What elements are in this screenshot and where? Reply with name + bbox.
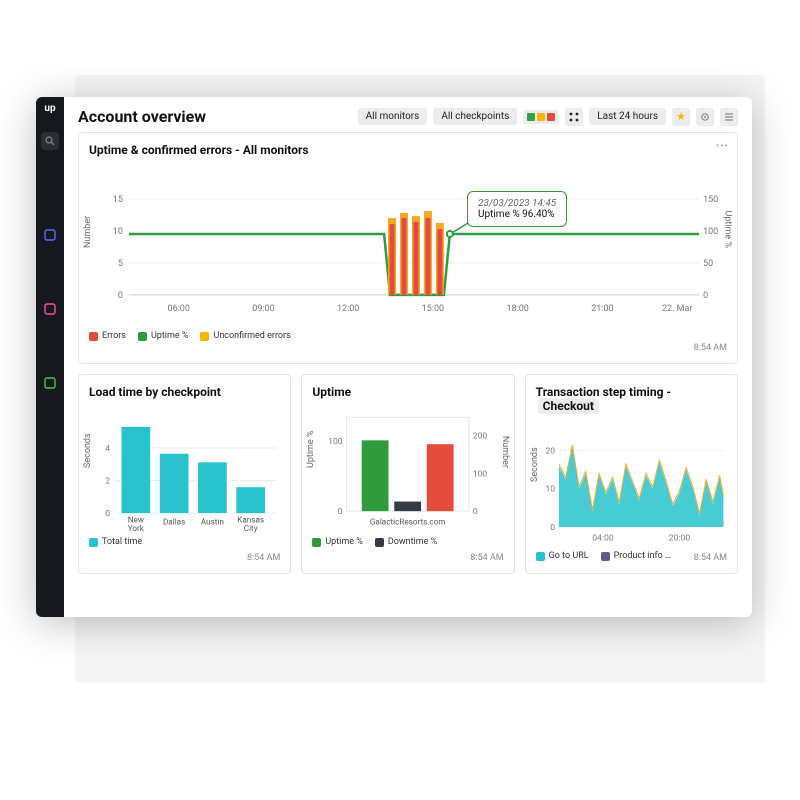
svg-text:20:00: 20:00 [668,533,690,543]
svg-text:0: 0 [118,291,123,301]
svg-text:4: 4 [105,444,110,454]
legend-errors: Errors [102,331,126,341]
card-title: Transaction step timing - Checkout [536,385,727,413]
title-badge: Checkout [538,398,599,414]
svg-text:100: 100 [703,227,718,237]
nav-monitors-icon[interactable] [41,226,59,244]
legend-downtimepct: Downtime % [388,537,437,547]
svg-text:04:00: 04:00 [592,533,614,543]
card-title: Uptime [312,385,503,399]
svg-text:5: 5 [118,259,123,269]
svg-text:100: 100 [328,437,343,447]
svg-text:0: 0 [338,507,343,517]
card-timestamp: 8:54 AM [470,553,503,563]
y-right-label: Uptime % [723,210,733,248]
svg-text:15: 15 [113,195,123,205]
menu-icon[interactable] [720,108,738,126]
y-right-label: Number [500,436,510,468]
card-timestamp: 8:54 AM [694,553,727,563]
legend-gotourl: Go to URL [549,551,589,561]
svg-text:GalacticResorts.com: GalacticResorts.com [370,517,446,527]
legend-unconfirmed: Unconfirmed errors [213,331,290,341]
tooltip-value: Uptime % 96.40% [478,209,556,220]
nav-dashboards-icon[interactable] [41,374,59,392]
gear-icon[interactable] [696,108,714,126]
app-logo[interactable]: up [44,103,55,114]
filter-monitors[interactable]: All monitors [358,108,428,125]
search-icon[interactable] [41,132,59,150]
grid-view-icon[interactable] [565,108,583,126]
svg-text:2: 2 [105,476,110,486]
svg-text:10: 10 [113,227,123,237]
y-left-label: Uptime % [306,431,316,469]
uptime-errors-chart: 0 5 10 15 0 50 100 150 [89,161,727,325]
sidebar: up [36,97,64,617]
chart-tooltip: 23/03/2023 14:45 Uptime % 96.40% [467,191,567,227]
svg-text:0: 0 [105,509,110,519]
svg-text:09:00: 09:00 [252,304,274,314]
svg-text:20: 20 [545,446,555,456]
card-transaction: Transaction step timing - Checkout Secon… [525,374,738,574]
status-filter[interactable] [523,110,559,124]
filter-checkpoints[interactable]: All checkpoints [433,108,517,125]
svg-text:City: City [244,523,258,533]
svg-text:0: 0 [473,507,478,517]
legend-totaltime: Total time [102,537,142,547]
page-title: Account overview [78,107,206,126]
tooltip-date: 23/03/2023 14:45 [478,198,556,209]
y-left-label: Number [83,216,93,248]
legend-productinfo: Product info … [614,551,671,561]
card-menu-icon[interactable]: ••• [716,141,729,152]
svg-text:06:00: 06:00 [168,304,190,314]
svg-text:12:00: 12:00 [337,304,359,314]
txn-chart: 0 10 20 04:00 20:00 [536,417,727,551]
svg-text:100: 100 [473,470,488,480]
legend-uptimepct: Uptime % [325,537,363,547]
header: Account overview All monitors All checkp… [64,97,752,132]
dashboard-window: up Account overview All monitors All che… [36,97,752,617]
card-title: Load time by checkpoint [89,385,280,399]
card-uptime-errors: ••• Uptime & confirmed errors - All moni… [78,132,738,364]
uptime-chart: 0 100 0 100 200 GalacticResorts.com [312,403,503,537]
svg-text:10: 10 [545,485,555,495]
y-label: Seconds [530,448,540,483]
card-loadtime: Load time by checkpoint Seconds 0 2 4 [78,374,291,574]
card-timestamp: 8:54 AM [694,343,727,353]
time-range-picker[interactable]: Last 24 hours [589,108,666,125]
svg-text:50: 50 [703,259,713,269]
svg-text:0: 0 [550,523,555,533]
card-title: Uptime & confirmed errors - All monitors [89,143,727,157]
svg-text:0: 0 [703,291,708,301]
svg-text:15:00: 15:00 [422,304,444,314]
svg-text:Austin: Austin [201,517,224,527]
legend-uptime: Uptime % [151,331,189,341]
svg-text:150: 150 [703,195,718,205]
star-icon[interactable]: ★ [672,108,690,126]
svg-text:21:00: 21:00 [591,304,613,314]
svg-text:York: York [128,523,145,533]
svg-text:Dallas: Dallas [163,517,185,527]
y-label: Seconds [83,434,93,469]
loadtime-chart: 024 NewYork Dallas Austin KansasCity [89,403,280,537]
nav-alerts-icon[interactable] [41,300,59,318]
svg-text:22. Mar: 22. Mar [662,304,692,314]
svg-text:200: 200 [473,431,488,441]
svg-text:18:00: 18:00 [506,304,528,314]
card-timestamp: 8:54 AM [247,553,280,563]
card-uptime: Uptime Uptime % Number 0 100 0 100 200 [301,374,514,574]
